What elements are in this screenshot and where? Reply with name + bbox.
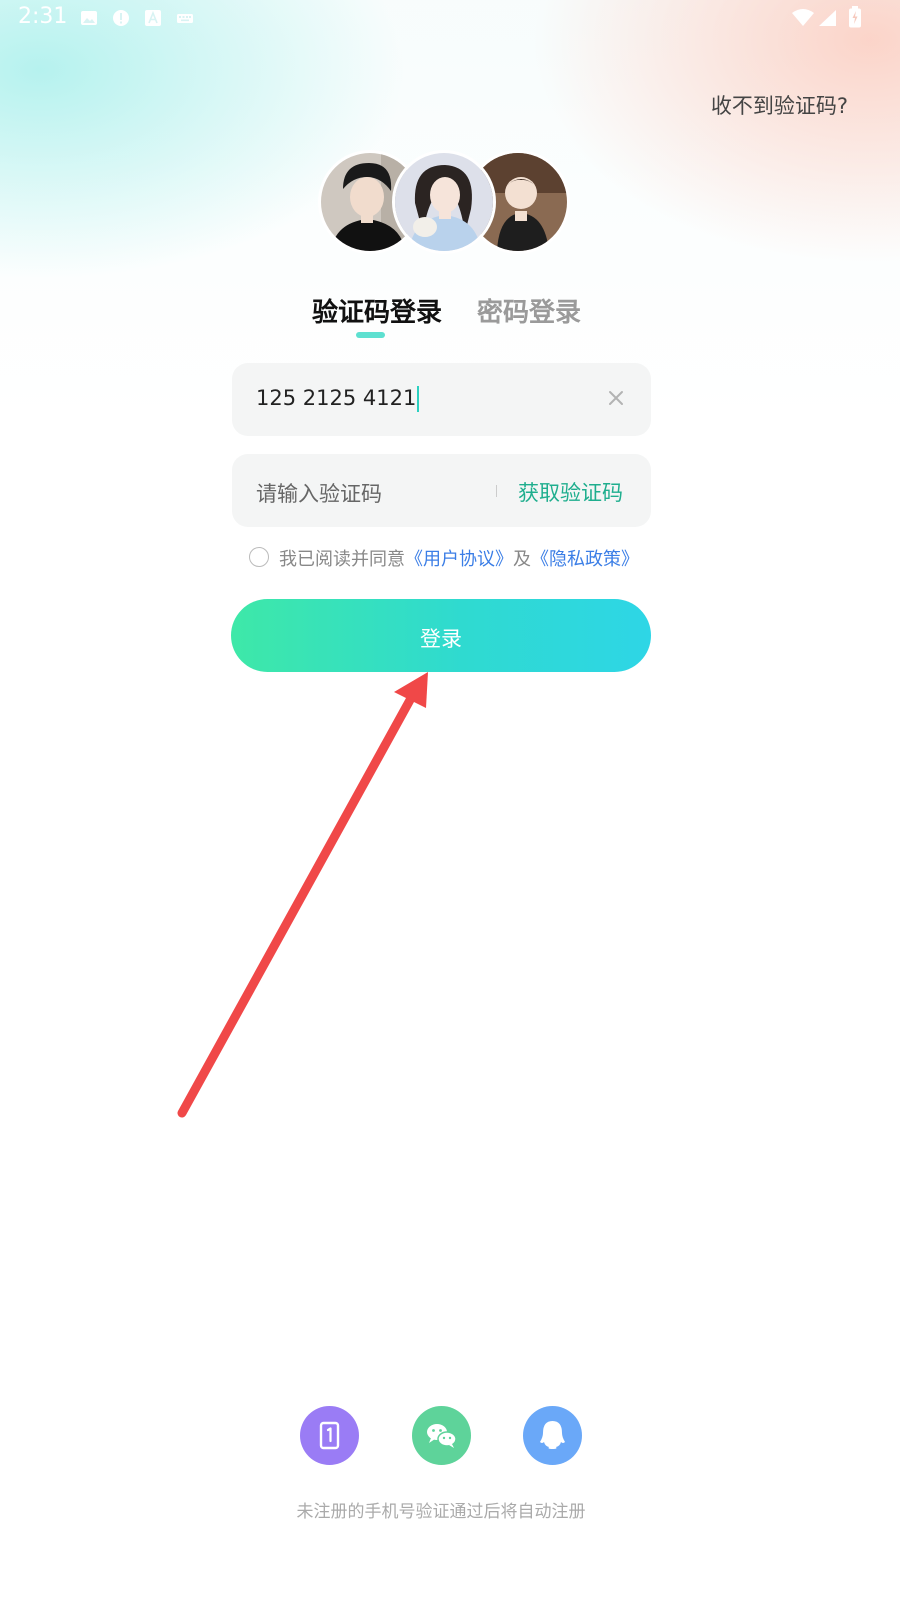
verification-code-input[interactable]: 请输入验证码 xyxy=(256,478,382,508)
text-caret xyxy=(417,386,420,412)
phone-number-value: 125 2125 4121 xyxy=(256,386,417,410)
qq-login-button[interactable] xyxy=(523,1406,582,1465)
login-button[interactable]: 登录 xyxy=(231,599,651,672)
tab-sms-code-login[interactable]: 验证码登录 xyxy=(312,292,442,329)
phone-number-icon xyxy=(319,1421,340,1450)
phone-number-login-button[interactable] xyxy=(300,1406,359,1465)
clear-icon[interactable] xyxy=(605,387,627,409)
qq-icon xyxy=(540,1421,565,1449)
agreement-conjunction: 及 xyxy=(513,549,531,570)
login-button-label: 登录 xyxy=(420,627,462,651)
wechat-login-button[interactable] xyxy=(412,1406,471,1465)
status-time: 2:31 xyxy=(18,4,68,29)
privacy-policy-link[interactable]: 《隐私政策》 xyxy=(531,549,639,570)
auto-register-note: 未注册的手机号验证通过后将自动注册 xyxy=(296,1502,586,1522)
font-icon xyxy=(144,9,162,27)
wifi-icon xyxy=(792,9,814,27)
keyboard-icon xyxy=(176,9,194,27)
no-code-help-link[interactable]: 收不到验证码? xyxy=(711,90,848,120)
battery-icon xyxy=(848,6,862,28)
wechat-icon xyxy=(427,1424,457,1448)
agreement-text: 我已阅读并同意《用户协议》及《隐私政策》 xyxy=(279,545,639,571)
agreement-prefix: 我已阅读并同意 xyxy=(279,549,405,570)
get-code-button[interactable]: 获取验证码 xyxy=(518,477,623,507)
image-icon xyxy=(80,9,98,27)
active-tab-indicator xyxy=(356,332,385,338)
field-divider xyxy=(496,485,497,497)
agreement-checkbox[interactable] xyxy=(249,547,269,567)
verification-code-field[interactable]: 请输入验证码 获取验证码 xyxy=(232,454,651,527)
phone-number-field[interactable]: 125 2125 4121 xyxy=(232,363,651,436)
avatar-group xyxy=(318,150,572,256)
phone-number-input[interactable]: 125 2125 4121 xyxy=(256,386,420,412)
alert-icon xyxy=(112,9,130,27)
login-mode-tabs: 验证码登录 密码登录 xyxy=(0,292,900,352)
status-bar: 2:31 xyxy=(0,0,900,36)
signal-icon xyxy=(818,9,838,27)
tab-password-login[interactable]: 密码登录 xyxy=(477,292,581,329)
user-agreement-link[interactable]: 《用户协议》 xyxy=(405,549,513,570)
avatar xyxy=(392,150,496,254)
agreement-row: 我已阅读并同意《用户协议》及《隐私政策》 xyxy=(249,545,669,575)
